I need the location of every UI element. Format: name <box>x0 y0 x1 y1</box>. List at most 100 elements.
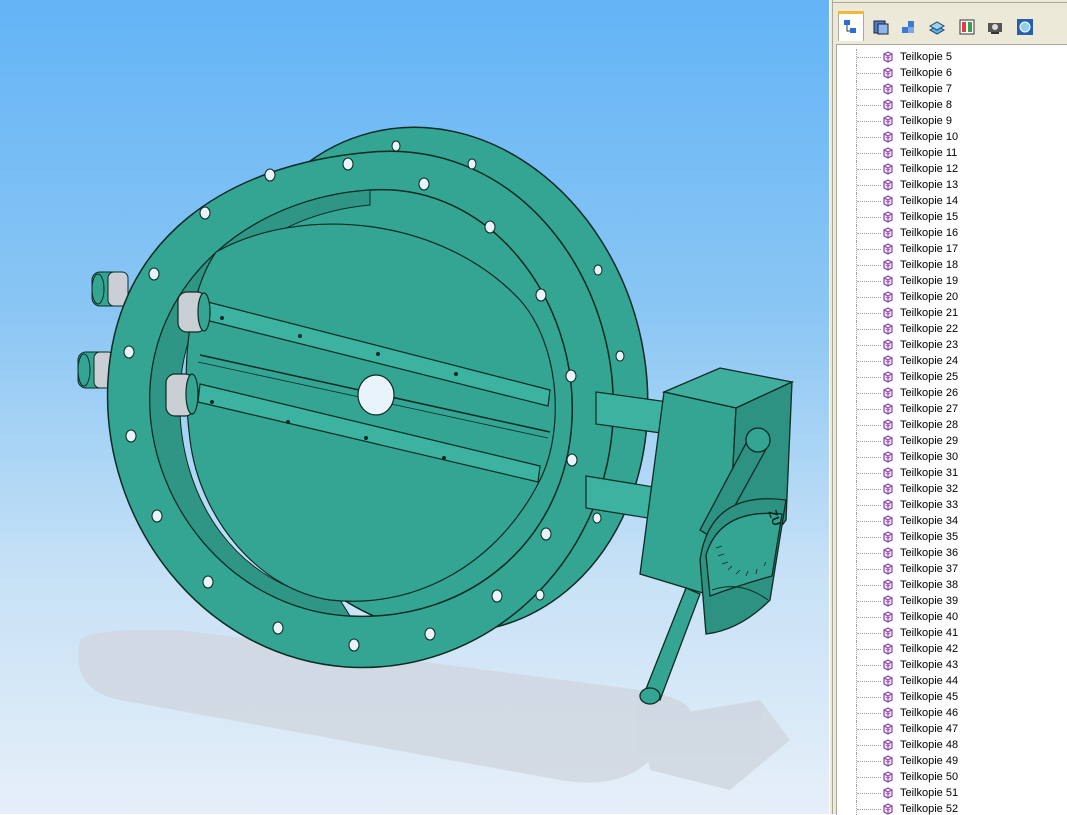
tree-item-label: Teilkopie 49 <box>900 755 959 767</box>
tree-item[interactable]: Teilkopie 44 <box>837 673 1067 689</box>
tree-item[interactable]: Teilkopie 40 <box>837 609 1067 625</box>
tree-item[interactable]: Teilkopie 41 <box>837 625 1067 641</box>
tree-item[interactable]: Teilkopie 45 <box>837 689 1067 705</box>
tree-connector <box>857 265 881 266</box>
tree-item[interactable]: Teilkopie 34 <box>837 513 1067 529</box>
tree-item-label: Teilkopie 23 <box>900 339 959 351</box>
tree-item[interactable]: Teilkopie 9 <box>837 113 1067 129</box>
featuremanager-tree-icon[interactable] <box>838 11 864 41</box>
configurationmanager-icon[interactable] <box>896 13 922 40</box>
tree-connector <box>857 185 881 186</box>
tree-connector <box>857 617 881 618</box>
part-copy-icon <box>883 787 893 799</box>
tree-item[interactable]: Teilkopie 31 <box>837 465 1067 481</box>
part-copy-icon <box>883 291 893 303</box>
part-copy-icon <box>883 755 893 767</box>
tree-item[interactable]: Teilkopie 36 <box>837 545 1067 561</box>
tree-item[interactable]: Teilkopie 50 <box>837 769 1067 785</box>
tree-item-label: Teilkopie 34 <box>900 515 959 527</box>
tree-item[interactable]: Teilkopie 23 <box>837 337 1067 353</box>
part-copy-icon <box>883 627 893 639</box>
part-copy-icon <box>883 595 893 607</box>
tree-connector <box>857 169 881 170</box>
tree-item[interactable]: Teilkopie 30 <box>837 449 1067 465</box>
tree-item[interactable]: Teilkopie 8 <box>837 97 1067 113</box>
propertymanager-icon[interactable] <box>868 13 894 40</box>
tree-connector <box>857 313 881 314</box>
part-copy-icon <box>883 339 893 351</box>
tree-item[interactable]: Teilkopie 24 <box>837 353 1067 369</box>
tree-item[interactable]: Teilkopie 17 <box>837 241 1067 257</box>
part-copy-icon <box>883 419 893 431</box>
part-copy-icon <box>883 675 893 687</box>
camera-icon[interactable] <box>982 13 1008 40</box>
tree-item[interactable]: Teilkopie 28 <box>837 417 1067 433</box>
tree-item[interactable]: Teilkopie 49 <box>837 753 1067 769</box>
tree-item-label: Teilkopie 7 <box>900 83 952 95</box>
tree-item[interactable]: Teilkopie 14 <box>837 193 1067 209</box>
tree-item[interactable]: Teilkopie 15 <box>837 209 1067 225</box>
tree-connector <box>857 249 881 250</box>
display-manager-icon[interactable] <box>954 13 980 40</box>
part-copy-icon <box>883 659 893 671</box>
tree-item-label: Teilkopie 9 <box>900 115 952 127</box>
tree-item[interactable]: Teilkopie 29 <box>837 433 1067 449</box>
tree-item[interactable]: Teilkopie 47 <box>837 721 1067 737</box>
tree-item[interactable]: Teilkopie 10 <box>837 129 1067 145</box>
tree-item[interactable]: Teilkopie 43 <box>837 657 1067 673</box>
tree-item[interactable]: Teilkopie 33 <box>837 497 1067 513</box>
tree-item[interactable]: Teilkopie 25 <box>837 369 1067 385</box>
tree-item-label: Teilkopie 28 <box>900 419 959 431</box>
tree-item[interactable]: Teilkopie 48 <box>837 737 1067 753</box>
tree-item-label: Teilkopie 13 <box>900 179 959 191</box>
tree-connector <box>857 297 881 298</box>
tree-item[interactable]: Teilkopie 21 <box>837 305 1067 321</box>
appearance-icon[interactable] <box>1012 13 1038 40</box>
tree-item[interactable]: Teilkopie 13 <box>837 177 1067 193</box>
tree-item[interactable]: Teilkopie 7 <box>837 81 1067 97</box>
tree-item-label: Teilkopie 10 <box>900 131 959 143</box>
tree-connector <box>857 377 881 378</box>
feature-tree[interactable]: Teilkopie 5 Teilkopie 6 Teilkopie 7 Teilkop… <box>836 44 1067 815</box>
part-copy-icon <box>883 83 893 95</box>
part-copy-icon <box>883 643 893 655</box>
tree-item[interactable]: Teilkopie 52 <box>837 801 1067 815</box>
tree-item[interactable]: Teilkopie 35 <box>837 529 1067 545</box>
tree-item[interactable]: Teilkopie 27 <box>837 401 1067 417</box>
part-copy-icon <box>883 515 893 527</box>
tree-item[interactable]: Teilkopie 6 <box>837 65 1067 81</box>
tree-item[interactable]: Teilkopie 42 <box>837 641 1067 657</box>
tree-item[interactable]: Teilkopie 46 <box>837 705 1067 721</box>
tree-item[interactable]: Teilkopie 22 <box>837 321 1067 337</box>
tree-item[interactable]: Teilkopie 12 <box>837 161 1067 177</box>
tree-connector <box>857 793 881 794</box>
tree-item-label: Teilkopie 32 <box>900 483 959 495</box>
tree-item[interactable]: Teilkopie 51 <box>837 785 1067 801</box>
tree-item[interactable]: Teilkopie 11 <box>837 145 1067 161</box>
tree-connector <box>857 569 881 570</box>
tree-item[interactable]: Teilkopie 16 <box>837 225 1067 241</box>
tree-item[interactable]: Teilkopie 39 <box>837 593 1067 609</box>
part-copy-icon <box>883 179 893 191</box>
tree-item[interactable]: Teilkopie 19 <box>837 273 1067 289</box>
tree-item[interactable]: Teilkopie 26 <box>837 385 1067 401</box>
tree-item[interactable]: Teilkopie 32 <box>837 481 1067 497</box>
tree-item[interactable]: Teilkopie 20 <box>837 289 1067 305</box>
tree-item-label: Teilkopie 21 <box>900 307 959 319</box>
part-copy-icon <box>883 211 893 223</box>
layers-icon[interactable] <box>924 13 950 40</box>
tree-item-label: Teilkopie 50 <box>900 771 959 783</box>
part-copy-icon <box>883 403 893 415</box>
part-copy-icon <box>883 67 893 79</box>
tree-item[interactable]: Teilkopie 5 <box>837 49 1067 65</box>
graphics-viewport[interactable]: ZU <box>0 0 829 814</box>
tree-item[interactable]: Teilkopie 38 <box>837 577 1067 593</box>
tree-item-label: Teilkopie 17 <box>900 243 959 255</box>
damper-3d-model[interactable]: ZU <box>0 0 829 814</box>
tree-item-label: Teilkopie 36 <box>900 547 959 559</box>
tree-item-label: Teilkopie 29 <box>900 435 959 447</box>
tree-item[interactable]: Teilkopie 37 <box>837 561 1067 577</box>
tree-item[interactable]: Teilkopie 18 <box>837 257 1067 273</box>
part-copy-icon <box>883 99 893 111</box>
part-copy-icon <box>883 563 893 575</box>
